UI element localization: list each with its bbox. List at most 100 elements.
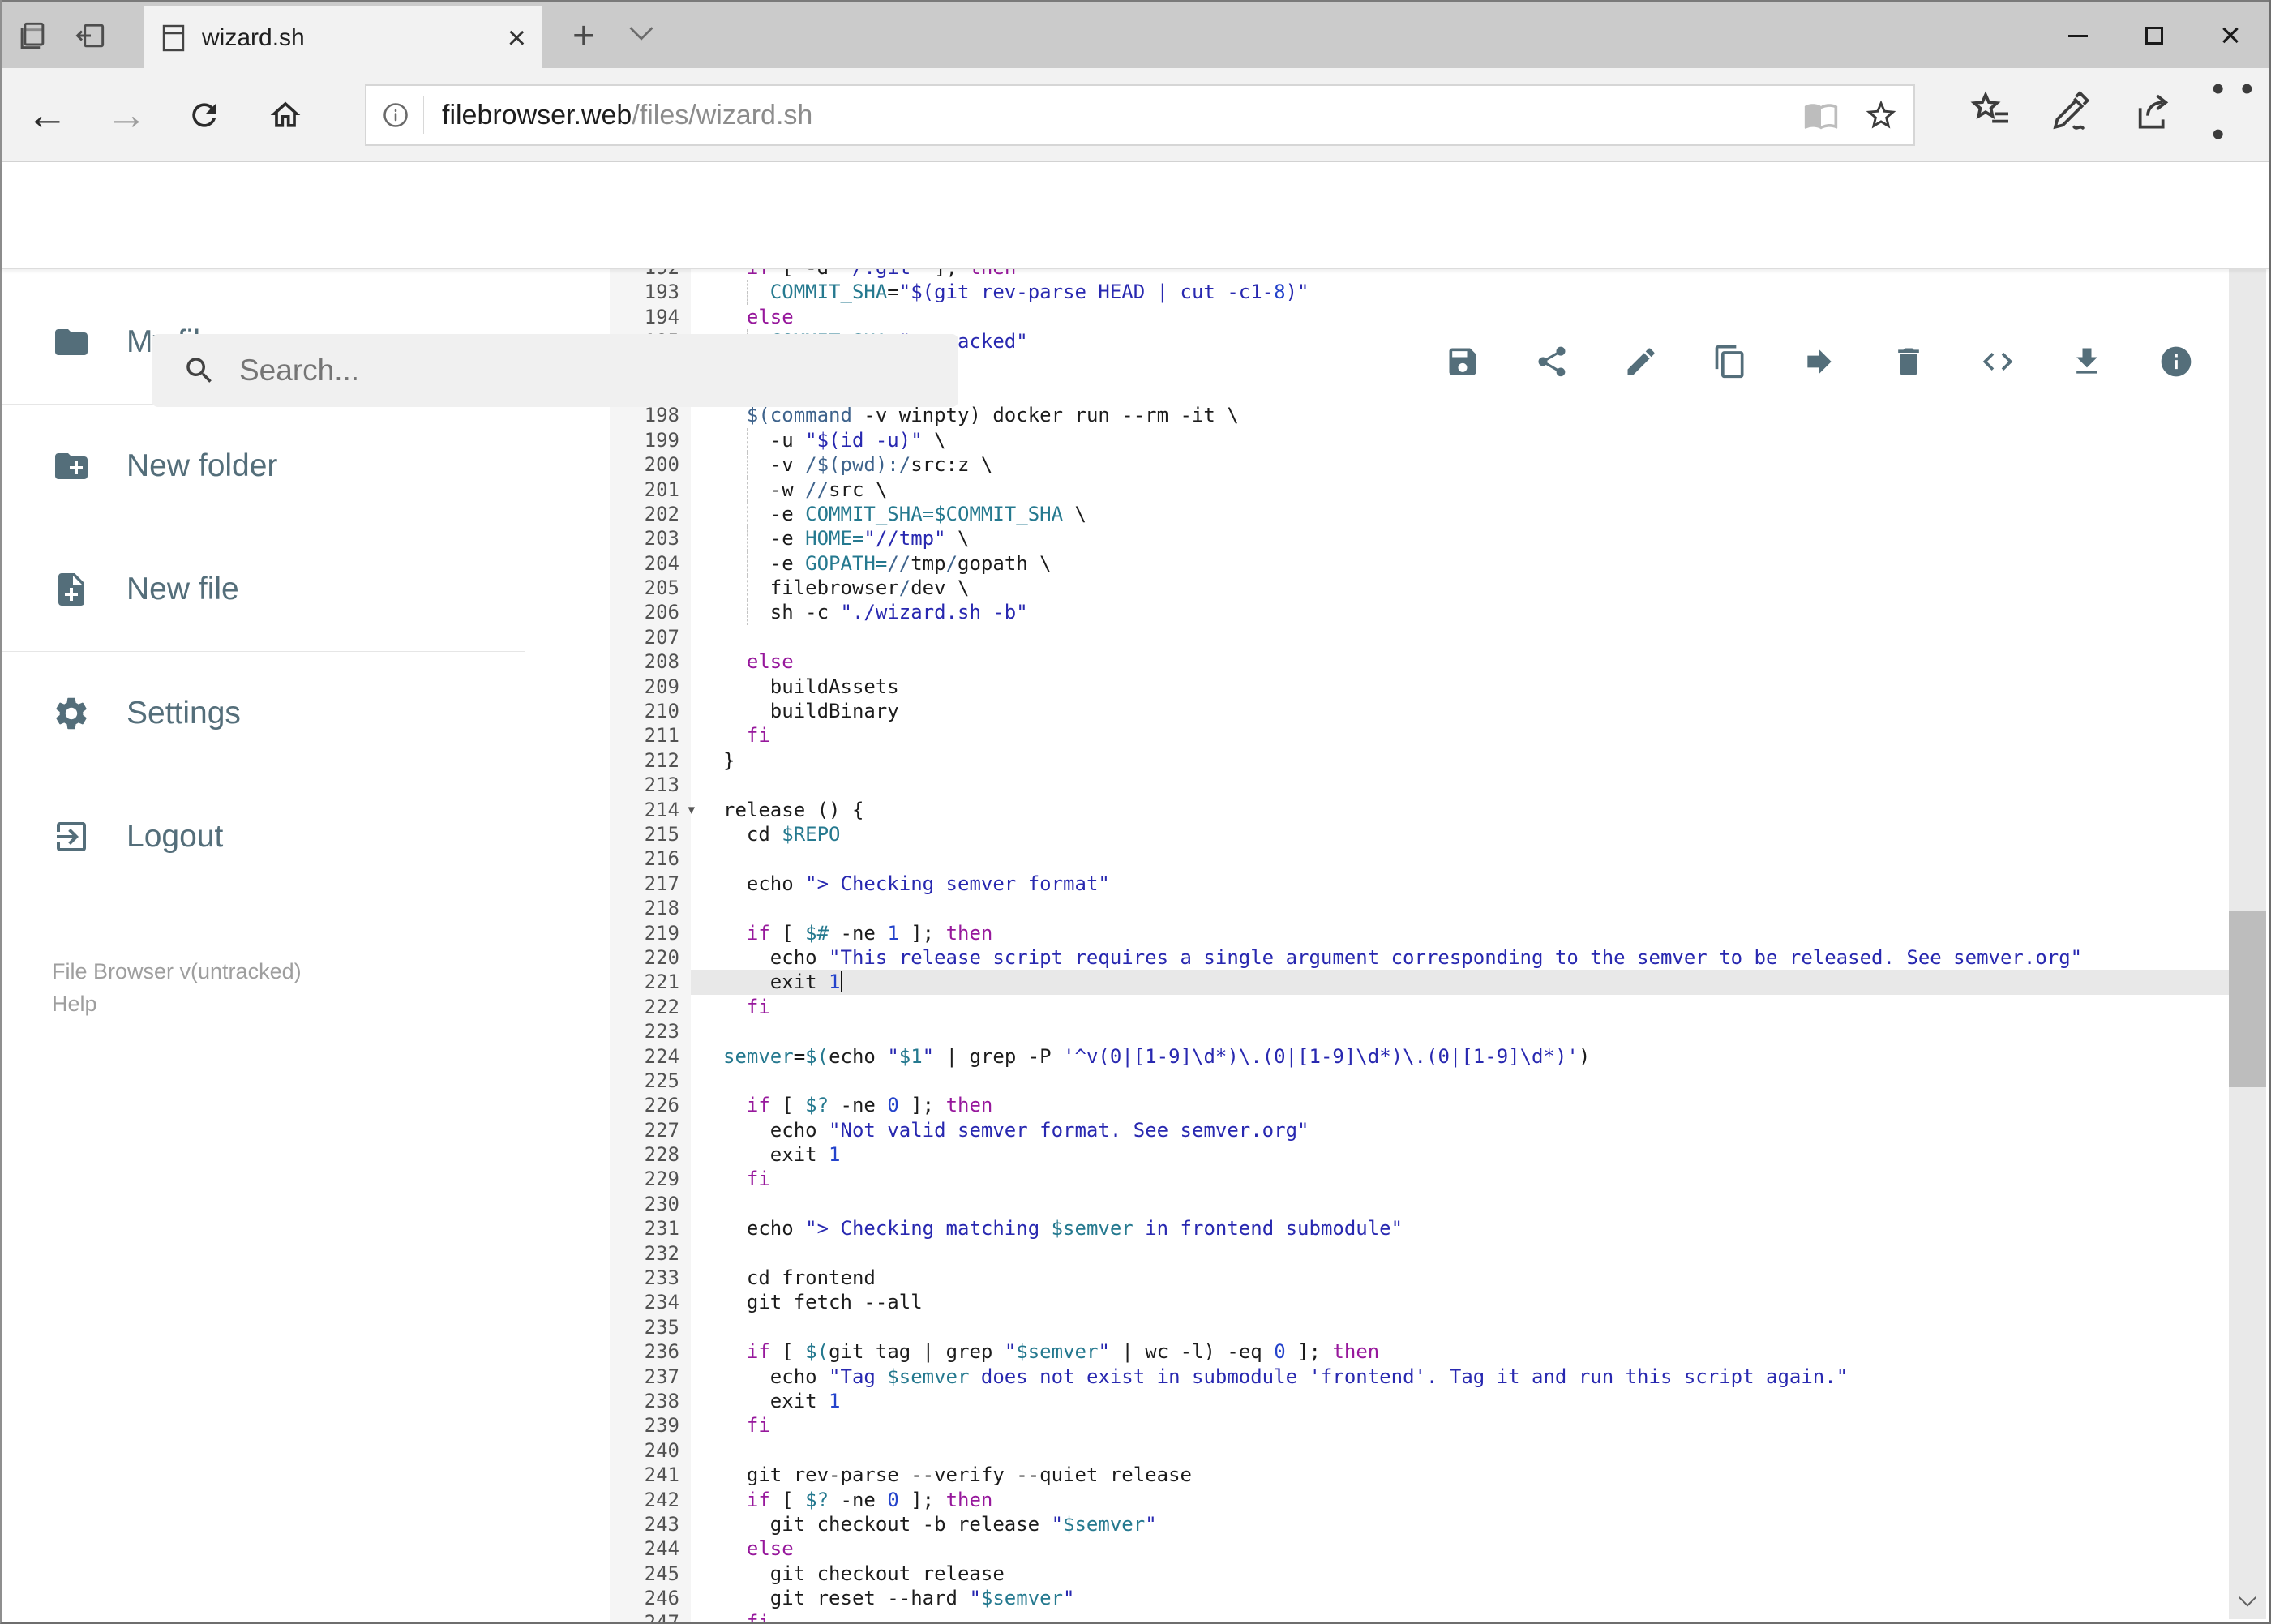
code-line[interactable]: 222 fi [610, 995, 2229, 1019]
set-tabs-aside-icon[interactable] [73, 18, 109, 54]
code-line[interactable]: 233 cd frontend [610, 1266, 2229, 1290]
code-line-text[interactable]: git reset --hard "$semver" [691, 1586, 2229, 1610]
code-line[interactable]: 207 [610, 625, 2229, 649]
code-line[interactable]: 243 git checkout -b release "$semver" [610, 1512, 2229, 1536]
code-line-text[interactable] [691, 846, 2229, 871]
refresh-button[interactable] [178, 89, 230, 141]
settings-menu-icon[interactable]: • • • [2212, 69, 2257, 154]
code-line[interactable]: 223 [610, 1019, 2229, 1043]
code-line-text[interactable] [691, 1019, 2229, 1043]
code-line-text[interactable]: exit 1 [691, 1142, 2229, 1167]
code-line-text[interactable]: else [691, 1536, 2229, 1561]
code-line[interactable]: 241 git rev-parse --verify --quiet relea… [610, 1463, 2229, 1487]
code-line[interactable]: 202 -e COMMIT_SHA=$COMMIT_SHA \ [610, 501, 2229, 527]
code-line[interactable]: 242 if [ $? -ne 0 ]; then [610, 1488, 2229, 1512]
code-line[interactable]: 215 cd $REPO [610, 822, 2229, 846]
code-line-text[interactable] [691, 1192, 2229, 1216]
code-line-text[interactable]: if [ $? -ne 0 ]; then [691, 1488, 2229, 1512]
code-line-text[interactable]: fi [691, 1413, 2229, 1438]
hub-favorites-icon[interactable] [1969, 89, 2014, 135]
code-line-text[interactable]: fi [691, 723, 2229, 748]
code-line[interactable]: 204 -e GOPATH=//tmp/gopath \ [610, 551, 2229, 576]
code-line[interactable]: 232 [610, 1241, 2229, 1266]
code-line-text[interactable]: else [691, 305, 2229, 329]
code-editor[interactable]: 192 if [ -d "/.git" ]; then193 COMMIT_SH… [610, 269, 2229, 1622]
code-line[interactable]: 200 -v /$(pwd):/src:z \ [610, 452, 2229, 478]
code-line[interactable]: 220 echo "This release script requires a… [610, 945, 2229, 970]
code-line[interactable]: 231 echo "> Checking matching $semver in… [610, 1216, 2229, 1240]
code-line-text[interactable]: if [ $? -ne 0 ]; then [691, 1093, 2229, 1117]
code-line[interactable]: 219 if [ $# -ne 1 ]; then [610, 921, 2229, 945]
code-line[interactable]: 212} [610, 748, 2229, 773]
code-line-text[interactable]: fi [691, 1610, 2229, 1622]
code-line[interactable]: 213 [610, 773, 2229, 797]
url-bar[interactable]: filebrowser.web/files/wizard.sh [365, 84, 1915, 146]
code-line[interactable]: 211 fi [610, 723, 2229, 748]
code-line-text[interactable]: } [691, 748, 2229, 773]
code-line-text[interactable]: -w //src \ [691, 477, 2229, 502]
code-line[interactable]: 226 if [ $? -ne 0 ]; then [610, 1093, 2229, 1117]
code-line-text[interactable] [691, 773, 2229, 797]
code-line[interactable]: 247 fi [610, 1610, 2229, 1622]
code-line[interactable]: 216 [610, 846, 2229, 871]
home-button[interactable] [259, 89, 311, 141]
maximize-button[interactable] [2116, 2, 2192, 70]
code-line-text[interactable]: if [ -d "/.git" ]; then [691, 269, 2229, 280]
code-line-text[interactable]: sh -c "./wizard.sh -b" [691, 600, 2229, 625]
code-line[interactable]: 238 exit 1 [610, 1389, 2229, 1413]
save-button[interactable] [1445, 344, 1480, 379]
code-line[interactable]: 244 else [610, 1536, 2229, 1561]
sidebar-item-logout[interactable]: Logout [2, 775, 525, 898]
code-line[interactable]: 218 [610, 896, 2229, 920]
scrollbar-thumb[interactable] [2229, 911, 2266, 1087]
reading-view-icon[interactable] [1803, 97, 1839, 133]
code-line-text[interactable]: if [ $(git tag | grep "$semver" | wc -l)… [691, 1339, 2229, 1364]
new-tab-button[interactable]: + [559, 11, 608, 60]
code-line[interactable]: 235 [610, 1315, 2229, 1339]
code-line[interactable]: 193 COMMIT_SHA="$(git rev-parse HEAD | c… [610, 280, 2229, 305]
sidebar-item-new-file[interactable]: New file [2, 528, 525, 651]
code-line[interactable]: 246 git reset --hard "$semver" [610, 1586, 2229, 1610]
minimize-button[interactable] [2040, 2, 2116, 70]
version-link[interactable]: File Browser v(untracked) [52, 955, 302, 988]
code-line[interactable]: 239 fi [610, 1413, 2229, 1438]
code-line-text[interactable]: git fetch --all [691, 1290, 2229, 1314]
code-line-text[interactable]: echo "Not valid semver format. See semve… [691, 1118, 2229, 1142]
code-line-text[interactable]: echo "This release script requires a sin… [691, 945, 2229, 970]
code-line[interactable]: 192 if [ -d "/.git" ]; then [610, 269, 2229, 280]
code-line[interactable]: 203 -e HOME="//tmp" \ [610, 526, 2229, 551]
favorite-star-icon[interactable] [1863, 97, 1899, 133]
move-button[interactable] [1802, 344, 1837, 379]
code-line[interactable]: 217 echo "> Checking semver format" [610, 872, 2229, 896]
download-button[interactable] [2069, 344, 2105, 379]
code-line[interactable]: 206 sh -c "./wizard.sh -b" [610, 600, 2229, 625]
sidebar-item-new-folder[interactable]: New folder [2, 405, 525, 528]
code-line-text[interactable] [691, 1315, 2229, 1339]
delete-button[interactable] [1891, 344, 1926, 379]
code-line-text[interactable]: if [ $# -ne 1 ]; then [691, 921, 2229, 945]
scroll-down-icon[interactable] [2229, 1583, 2266, 1619]
code-line[interactable]: 236 if [ $(git tag | grep "$semver" | wc… [610, 1339, 2229, 1364]
code-line-text[interactable]: cd frontend [691, 1266, 2229, 1290]
code-line[interactable]: 229 fi [610, 1167, 2229, 1191]
vertical-scrollbar[interactable] [2229, 162, 2266, 1619]
code-line-text[interactable]: echo "> Checking matching $semver in fro… [691, 1216, 2229, 1240]
code-line-text[interactable]: filebrowser/dev \ [691, 576, 2229, 601]
code-line-text[interactable]: COMMIT_SHA="$(git rev-parse HEAD | cut -… [691, 280, 2229, 305]
code-line-text[interactable]: buildBinary [691, 699, 2229, 723]
code-line-text[interactable]: fi [691, 1167, 2229, 1191]
rename-button[interactable] [1623, 344, 1659, 379]
code-line-text[interactable] [691, 1241, 2229, 1266]
code-line[interactable]: 199 -u "$(id -u)" \ [610, 427, 2229, 453]
code-line[interactable]: 245 git checkout release [610, 1562, 2229, 1586]
code-line[interactable]: 214 ▾ release () { [610, 798, 2229, 822]
annotate-pen-icon[interactable] [2050, 89, 2095, 135]
code-line-text[interactable] [691, 896, 2229, 920]
code-line-text[interactable]: release () { [691, 798, 2229, 822]
code-line-text[interactable]: -e COMMIT_SHA=$COMMIT_SHA \ [691, 501, 2229, 527]
code-line[interactable]: 230 [610, 1192, 2229, 1216]
browser-tab[interactable]: wizard.sh × [144, 6, 542, 70]
code-line[interactable]: 225 [610, 1069, 2229, 1093]
copy-button[interactable] [1712, 344, 1748, 379]
code-line[interactable]: 201 -w //src \ [610, 477, 2229, 502]
